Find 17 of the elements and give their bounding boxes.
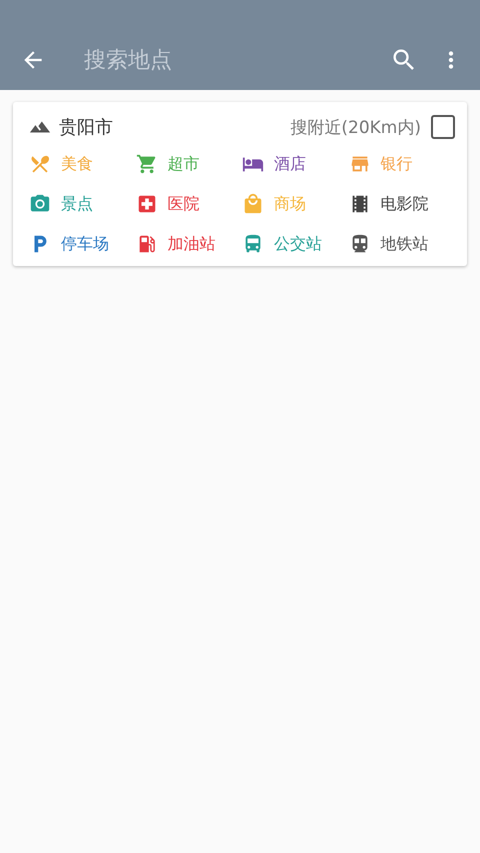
category-item[interactable]: 电影院 — [348, 192, 455, 216]
category-item[interactable]: 加油站 — [136, 232, 242, 256]
nearby-label: 搜附近(20Km内) — [290, 116, 421, 138]
fork-spoon-icon — [29, 153, 51, 175]
city-name[interactable]: 贵阳市 — [59, 115, 290, 139]
cart-icon — [136, 153, 158, 175]
category-item[interactable]: 地铁站 — [348, 232, 455, 256]
category-item[interactable]: 景点 — [29, 192, 136, 216]
nearby-checkbox[interactable] — [431, 115, 455, 139]
category-item[interactable]: 超市 — [136, 152, 242, 176]
bag-icon — [242, 193, 264, 215]
category-item[interactable]: 停车场 — [29, 232, 136, 256]
search-field[interactable]: 搜索地点 — [82, 40, 370, 80]
medical-cross-icon — [136, 193, 158, 215]
category-item[interactable]: 医院 — [136, 192, 242, 216]
category-item[interactable]: 公交站 — [242, 232, 348, 256]
category-item[interactable]: 酒店 — [242, 152, 348, 176]
